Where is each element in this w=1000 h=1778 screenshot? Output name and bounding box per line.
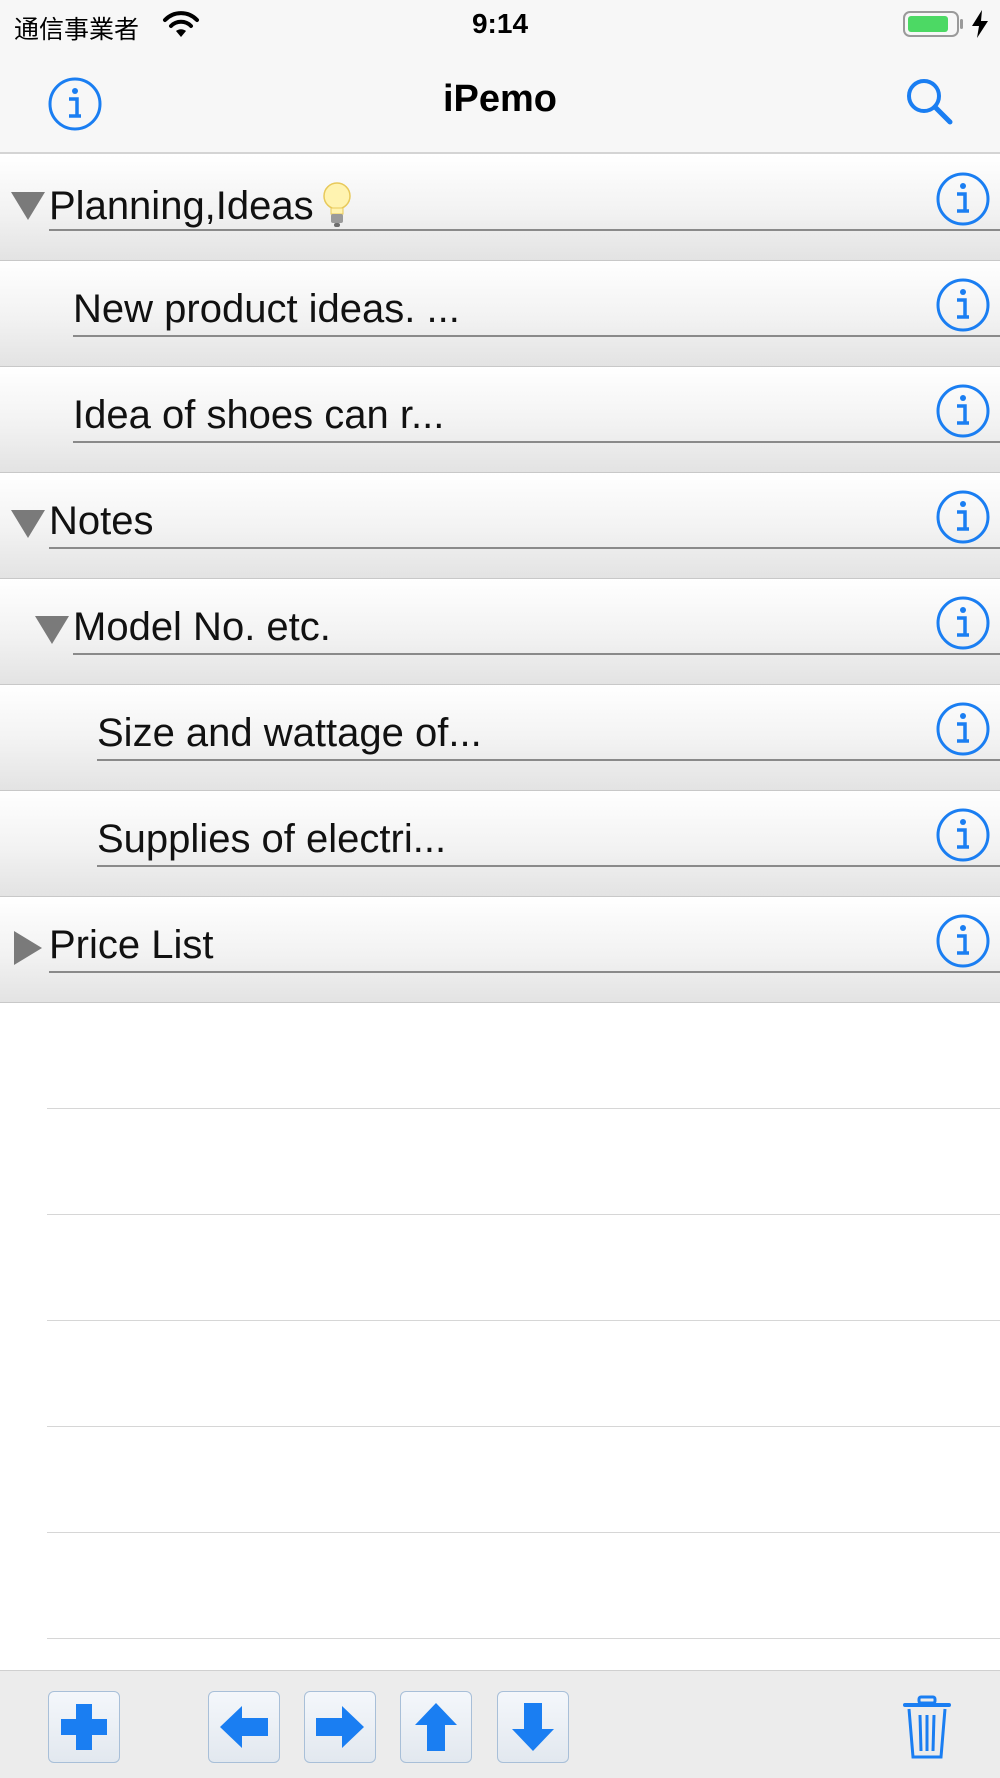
info-icon[interactable] xyxy=(935,913,991,969)
row-title: Supplies of electri... xyxy=(97,817,447,861)
row-underline xyxy=(49,229,1000,231)
outline-row[interactable]: Size and wattage of... xyxy=(0,685,1000,791)
outline-row[interactable]: Notes xyxy=(0,473,1000,579)
empty-row-divider xyxy=(47,1426,1000,1427)
arrow-down-icon xyxy=(512,1703,554,1751)
outline-row[interactable]: Planning,Ideas xyxy=(0,155,1000,261)
lightbulb-icon xyxy=(322,182,351,227)
outline-row[interactable]: Supplies of electri... xyxy=(0,791,1000,897)
row-title: Idea of shoes can r... xyxy=(73,393,445,437)
info-icon[interactable] xyxy=(935,277,991,333)
row-underline xyxy=(73,335,1000,337)
info-icon[interactable] xyxy=(935,383,991,439)
disclosure-expanded-icon[interactable] xyxy=(33,611,71,649)
search-icon[interactable] xyxy=(902,74,958,130)
row-underline xyxy=(73,441,1000,443)
status-time: 9:14 xyxy=(471,8,529,39)
info-icon[interactable] xyxy=(935,807,991,863)
empty-row-divider xyxy=(47,1214,1000,1215)
row-title: Model No. etc. xyxy=(73,605,331,649)
outline-list: Planning,Ideas New product ideas. ... Idea… xyxy=(0,155,1000,1003)
row-underline xyxy=(97,865,1000,867)
outline-row[interactable]: Price List xyxy=(0,897,1000,1003)
row-underline xyxy=(97,759,1000,761)
row-title: Price List xyxy=(49,923,214,967)
empty-row-divider xyxy=(47,1532,1000,1533)
trash-icon[interactable] xyxy=(903,1695,951,1761)
row-title: Size and wattage of... xyxy=(97,711,482,755)
arrow-right-icon xyxy=(316,1706,364,1748)
indent-button[interactable] xyxy=(304,1691,376,1763)
row-underline xyxy=(49,971,1000,973)
arrow-left-icon xyxy=(220,1706,268,1748)
row-title: Planning,Ideas xyxy=(49,181,352,229)
row-underline xyxy=(49,547,1000,549)
row-title: New product ideas. ... xyxy=(73,287,460,331)
outline-row[interactable]: New product ideas. ... xyxy=(0,261,1000,367)
info-icon[interactable] xyxy=(935,701,991,757)
outline-row[interactable]: Model No. etc. xyxy=(0,579,1000,685)
outline-row[interactable]: Idea of shoes can r... xyxy=(0,367,1000,473)
battery-icon xyxy=(903,11,963,37)
empty-row-divider xyxy=(47,1108,1000,1109)
disclosure-expanded-icon[interactable] xyxy=(9,187,47,225)
info-icon[interactable] xyxy=(935,171,991,227)
row-underline xyxy=(73,653,1000,655)
navigation-bar: iPemo xyxy=(0,50,1000,154)
row-title: Notes xyxy=(49,499,154,543)
empty-row-divider xyxy=(47,1320,1000,1321)
plus-icon xyxy=(61,1704,107,1750)
disclosure-expanded-icon[interactable] xyxy=(9,505,47,543)
bottom-toolbar xyxy=(0,1670,1000,1778)
info-icon[interactable] xyxy=(935,489,991,545)
move-down-button[interactable] xyxy=(497,1691,569,1763)
arrow-up-icon xyxy=(415,1703,457,1751)
outdent-button[interactable] xyxy=(208,1691,280,1763)
move-up-button[interactable] xyxy=(400,1691,472,1763)
charging-icon xyxy=(972,10,988,38)
empty-row-divider xyxy=(47,1638,1000,1639)
disclosure-collapsed-icon[interactable] xyxy=(9,929,47,967)
add-button[interactable] xyxy=(48,1691,120,1763)
info-icon[interactable] xyxy=(935,595,991,651)
status-bar: 通信事業者 9:14 xyxy=(0,0,1000,50)
page-title: iPemo xyxy=(442,78,558,120)
